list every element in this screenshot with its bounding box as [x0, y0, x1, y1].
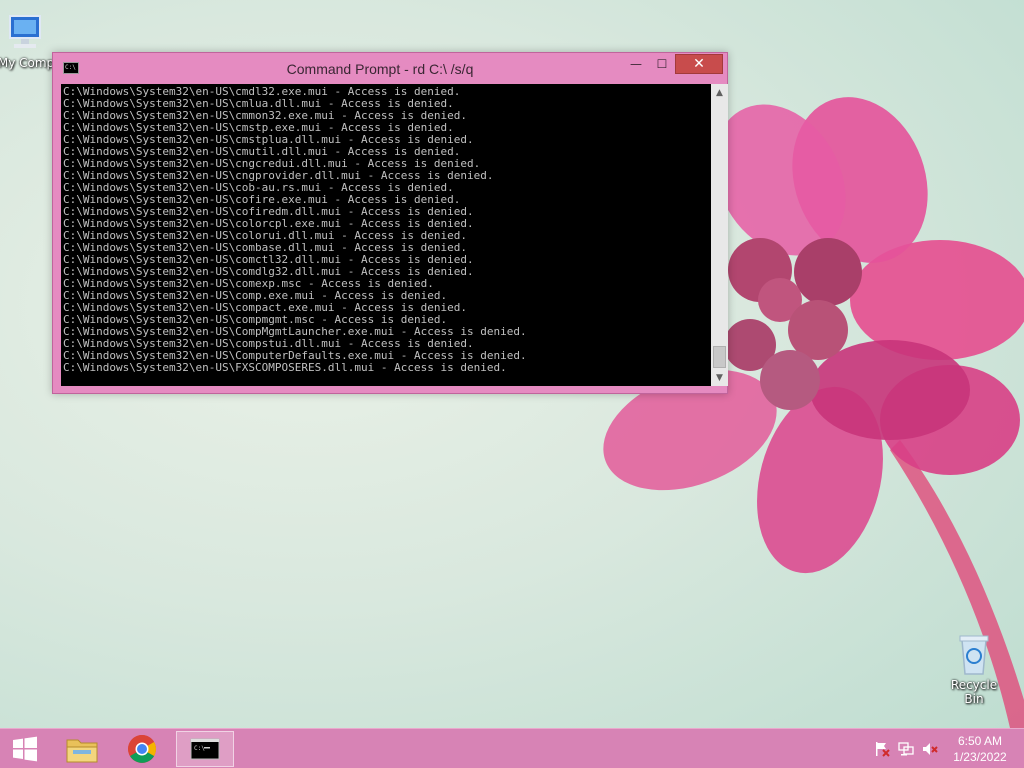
minimize-button[interactable]: — [623, 54, 649, 74]
maximize-button[interactable]: ☐ [649, 54, 675, 74]
console-line: C:\Windows\System32\en-US\colorui.dll.mu… [63, 230, 467, 242]
svg-text:C:\: C:\ [194, 745, 205, 752]
recycle-bin-label: Recycle Bin [950, 678, 998, 706]
console-line: C:\Windows\System32\en-US\cmlua.dll.mui … [63, 98, 454, 110]
clock-date: 1/23/2022 [953, 750, 1007, 764]
recycle-bin-desktop-icon[interactable]: Recycle Bin [942, 632, 1006, 706]
console-line: C:\Windows\System32\en-US\colorcpl.exe.m… [63, 218, 474, 230]
console-line: C:\Windows\System32\en-US\FXSCOMPOSERES.… [63, 362, 507, 374]
console-line: C:\Windows\System32\en-US\cmdl32.exe.mui… [63, 86, 461, 98]
taskbar: C:\ 6:50 AM 1/23/2022 [0, 728, 1024, 768]
console-line: C:\Windows\System32\en-US\cmmon32.exe.mu… [63, 110, 467, 122]
console-line: C:\Windows\System32\en-US\cofiredm.dll.m… [63, 206, 474, 218]
chrome-icon [128, 735, 156, 763]
clock-time: 6:50 AM [957, 734, 1003, 748]
window-title: Command Prompt - rd C:\ /s/q [286, 61, 474, 77]
console-line: C:\Windows\System32\en-US\compmgmt.msc -… [63, 314, 448, 326]
console-line: C:\Windows\System32\en-US\comdlg32.dll.m… [63, 266, 474, 278]
command-prompt-icon: C:\ [190, 738, 220, 760]
console-line: C:\Windows\System32\en-US\comp.exe.mui -… [63, 290, 448, 302]
close-button[interactable]: ✕ [675, 54, 723, 74]
console-line: C:\Windows\System32\en-US\ComputerDefaul… [63, 350, 527, 362]
computer-icon [9, 15, 41, 48]
action-center-flag-icon[interactable] [874, 741, 890, 757]
console-line: C:\Windows\System32\en-US\compact.exe.mu… [63, 302, 467, 314]
console-output[interactable]: C:\Windows\System32\en-US\cmdl32.exe.mui… [61, 84, 711, 386]
start-button[interactable] [0, 731, 50, 767]
console-line: C:\Windows\System32\en-US\cngprovider.dl… [63, 170, 494, 182]
scroll-down-arrow-icon[interactable]: ▼ [711, 369, 728, 386]
console-line: C:\Windows\System32\en-US\cngcredui.dll.… [63, 158, 481, 170]
vertical-scrollbar[interactable]: ▲ ▼ [711, 84, 728, 386]
network-icon[interactable] [898, 741, 914, 757]
console-line: C:\Windows\System32\en-US\cmutil.dll.mui… [63, 146, 461, 158]
my-computer-label: My Comp [0, 56, 55, 70]
command-prompt-taskbar-button[interactable]: C:\ [176, 731, 234, 767]
console-line: C:\Windows\System32\en-US\compstui.dll.m… [63, 338, 474, 350]
volume-muted-icon[interactable] [922, 741, 938, 757]
taskbar-clock[interactable]: 6:50 AM 1/23/2022 [944, 733, 1016, 765]
console-line: C:\Windows\System32\en-US\cmstplua.dll.m… [63, 134, 474, 146]
console-line: C:\Windows\System32\en-US\cob-au.rs.mui … [63, 182, 454, 194]
my-computer-desktop-icon[interactable]: My Comp [0, 10, 58, 70]
console-line: C:\Windows\System32\en-US\cofire.exe.mui… [63, 194, 461, 206]
title-bar[interactable]: C:\ Command Prompt - rd C:\ /s/q — ☐ ✕ [53, 53, 727, 84]
recycle-bin-icon [959, 635, 989, 675]
console-line: C:\Windows\System32\en-US\CompMgmtLaunch… [63, 326, 527, 338]
console-line: C:\Windows\System32\en-US\cmstp.exe.mui … [63, 122, 454, 134]
file-explorer-icon [66, 739, 98, 763]
console-line: C:\Windows\System32\en-US\comexp.msc - A… [63, 278, 434, 290]
console-line: C:\Windows\System32\en-US\combase.dll.mu… [63, 242, 467, 254]
command-prompt-window[interactable]: C:\ Command Prompt - rd C:\ /s/q — ☐ ✕ C… [52, 52, 728, 394]
console-line: C:\Windows\System32\en-US\comctl32.dll.m… [63, 254, 474, 266]
windows-logo-icon [13, 736, 37, 762]
file-explorer-taskbar-button[interactable] [54, 731, 110, 767]
scroll-up-arrow-icon[interactable]: ▲ [711, 84, 728, 101]
chrome-taskbar-button[interactable] [114, 731, 170, 767]
desktop: My Comp Recycle Bin C:\ Command Prompt -… [0, 0, 1024, 768]
console-text: C:\Windows\System32\en-US\cmdl32.exe.mui… [61, 84, 711, 374]
scroll-thumb[interactable] [713, 346, 726, 368]
